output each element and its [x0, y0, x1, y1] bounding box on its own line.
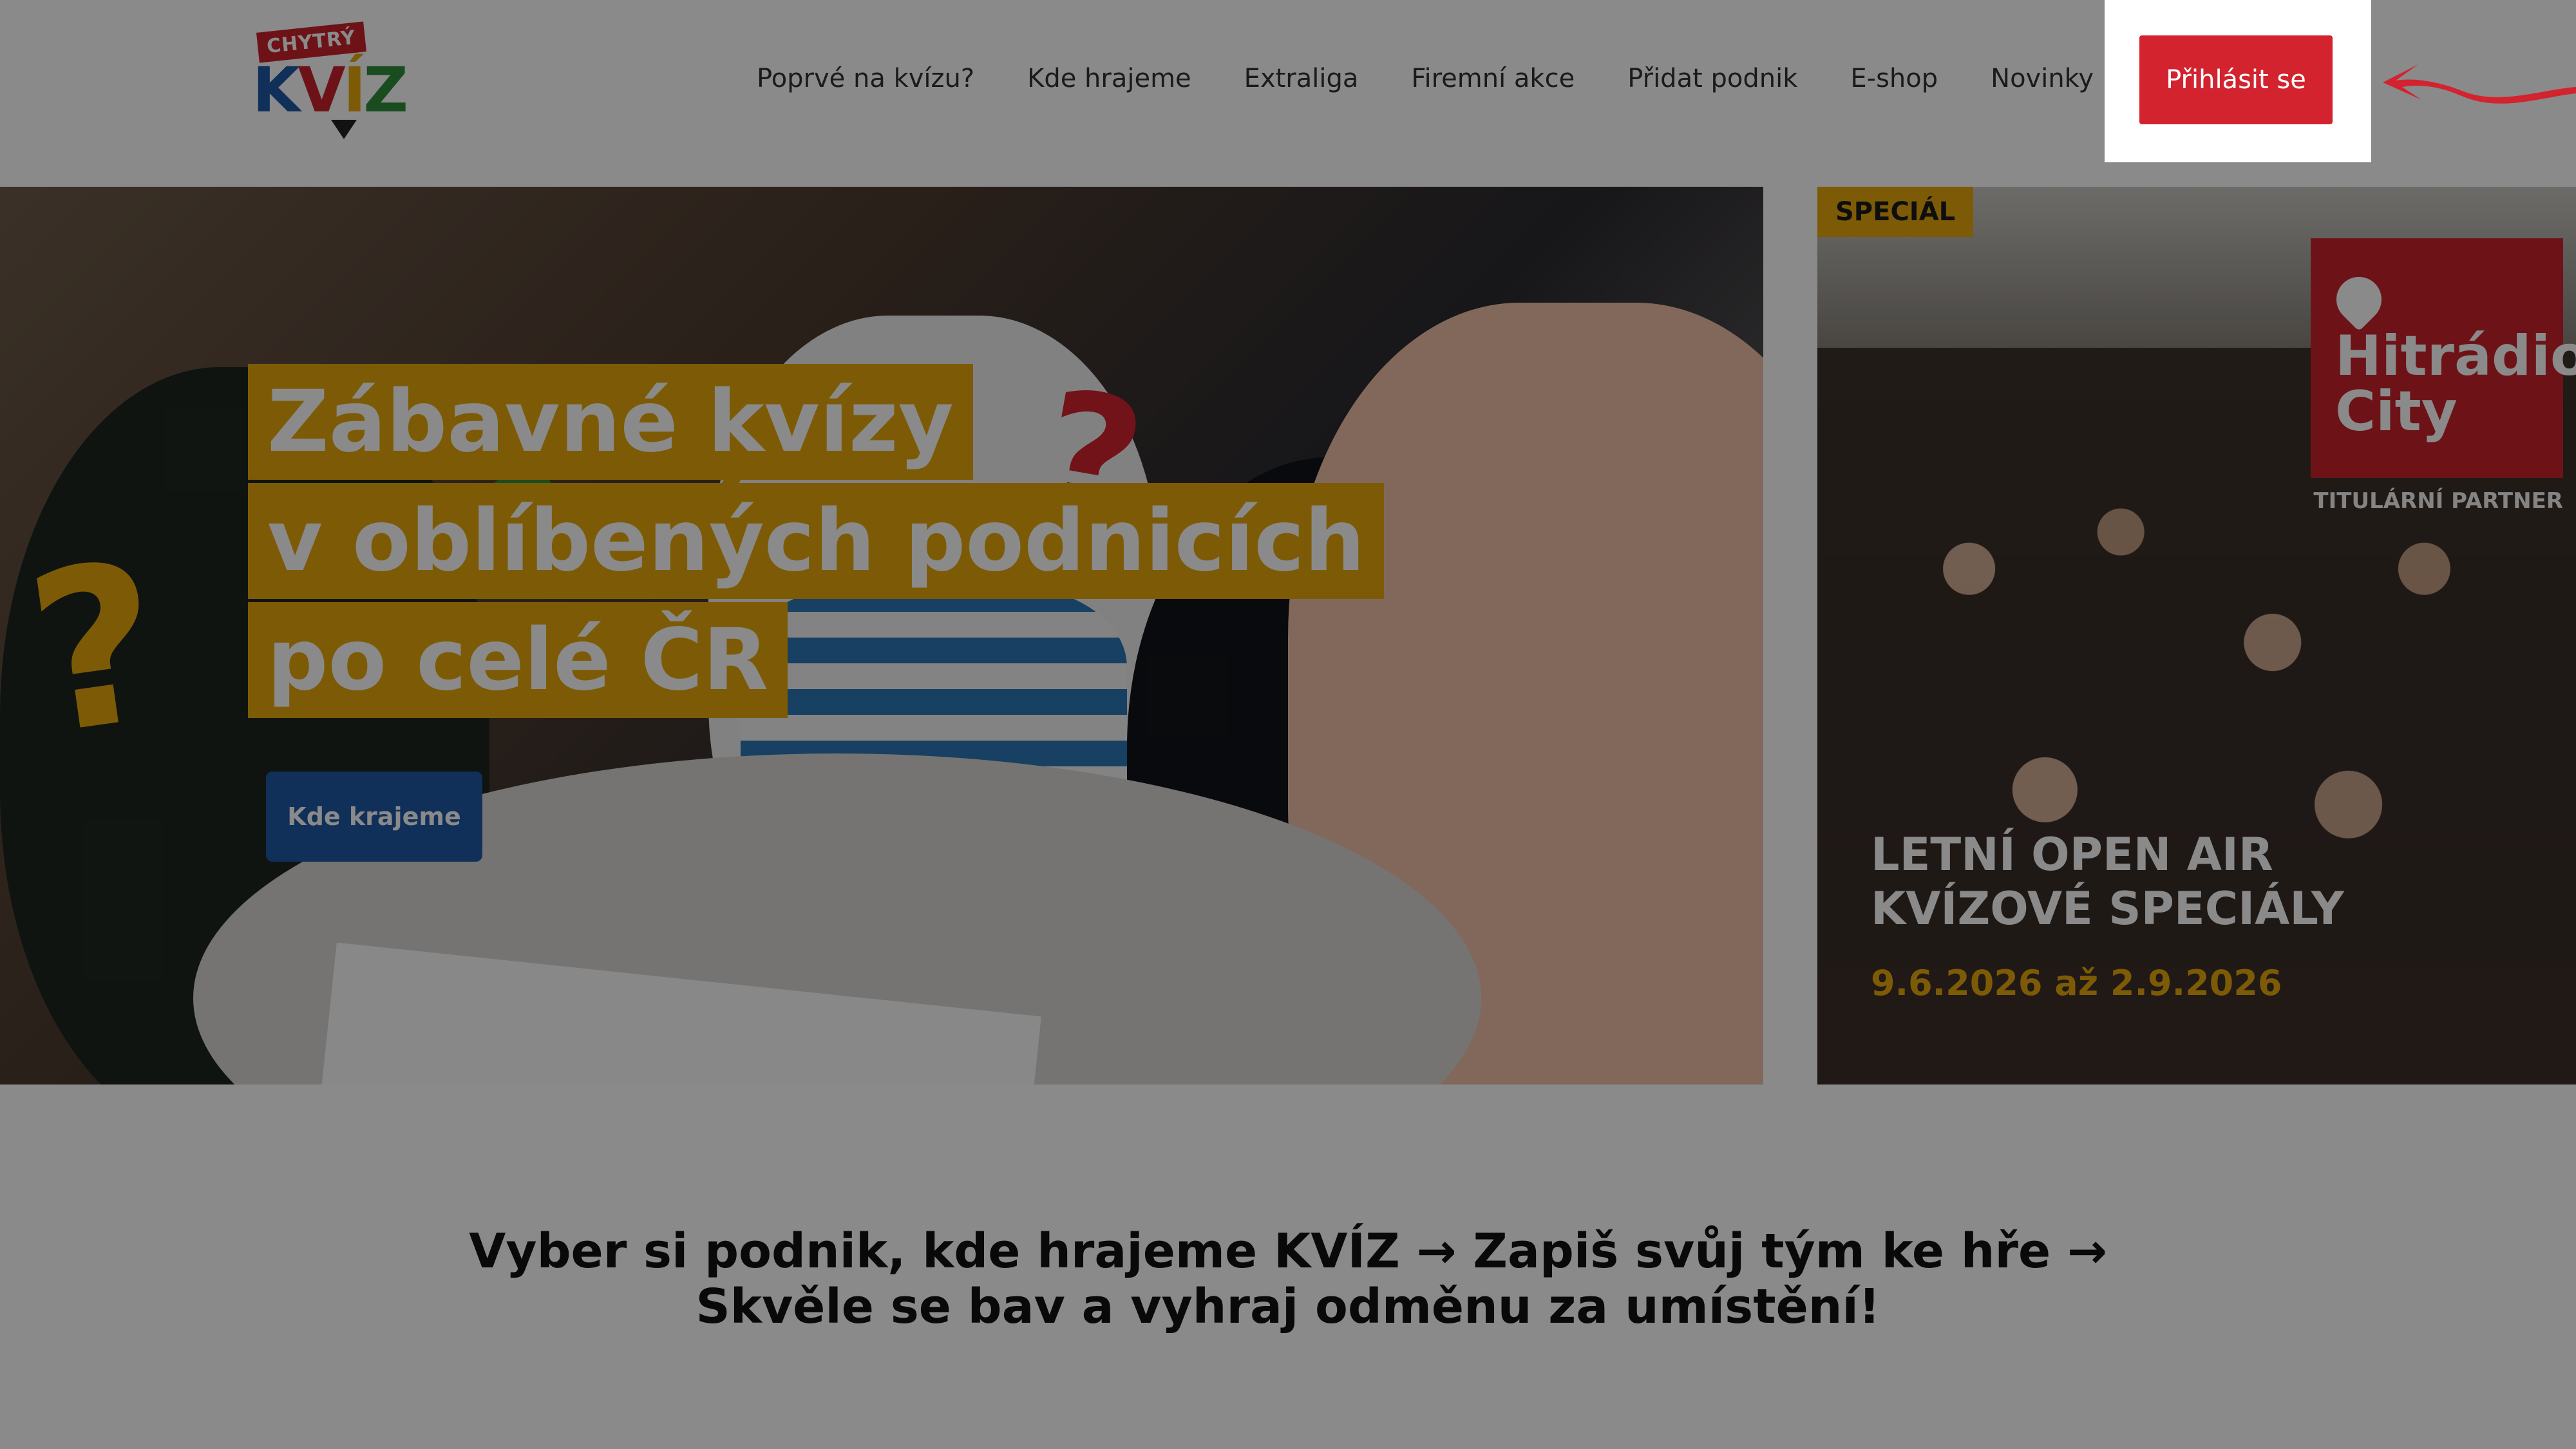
steps-tagline: Vyber si podnik, kde hrajeme KVÍZ → Zapi…	[0, 1224, 2576, 1334]
login-button[interactable]: Přihlásit se	[2139, 35, 2333, 124]
partner-label: TITULÁRNÍ PARTNER	[2313, 488, 2563, 514]
nav-item-extraliga[interactable]: Extraliga	[1244, 62, 1359, 95]
where-we-play-button[interactable]: Kde krajeme	[266, 772, 482, 862]
partner-name: Hitrádio City	[2335, 328, 2576, 439]
special-title: LETNÍ OPEN AIR KVÍZOVÉ SPECIÁLY	[1871, 828, 2450, 936]
nav-item-first-time[interactable]: Poprvé na kvízu?	[757, 62, 974, 95]
nav-item-news[interactable]: Novinky	[1991, 62, 2094, 95]
nav-item-corporate-events[interactable]: Firemní akce	[1411, 62, 1575, 95]
partner-name-line: City	[2335, 379, 2458, 444]
hero-headline-line: Zábavné kvízy	[248, 364, 973, 480]
heart-icon	[2327, 267, 2391, 332]
page: CHYTRÝ KVÍZ Poprvé na kvízu? Kde hrajeme…	[0, 0, 2576, 1449]
hero-headline-line: v oblíbených podnicích	[248, 483, 1385, 599]
special-badge: SPECIÁL	[1817, 187, 1974, 237]
main-nav: Poprvé na kvízu? Kde hrajeme Extraliga F…	[757, 62, 2094, 95]
nav-item-eshop[interactable]: E-shop	[1850, 62, 1938, 95]
logo-letter-v: V	[298, 54, 345, 126]
special-title-line: KVÍZOVÉ SPECIÁLY	[1871, 882, 2344, 935]
pointer-arrow-icon	[2383, 64, 2576, 104]
steps-tagline-line: Skvěle se bav a vyhraj odměnu za umístěn…	[696, 1279, 1880, 1334]
site-logo[interactable]: CHYTRÝ KVÍZ	[252, 21, 413, 139]
logo-letter-k: K	[252, 54, 300, 126]
nav-item-where-we-play[interactable]: Kde hrajeme	[1027, 62, 1191, 95]
hero-headline-line: po celé ČR	[248, 602, 788, 718]
special-title-line: LETNÍ OPEN AIR	[1871, 828, 2273, 881]
hero-headline: Zábavné kvízy v oblíbených podnicích po …	[248, 364, 1385, 721]
spotlight-highlight: Přihlásit se	[2105, 0, 2371, 162]
logo-letter-i: Í	[343, 54, 366, 126]
logo-main-text: KVÍZ	[252, 54, 408, 126]
nav-item-add-venue[interactable]: Přidat podnik	[1627, 62, 1797, 95]
special-date: 9.6.2026 až 2.9.2026	[1871, 963, 2282, 1003]
partner-logo: Hitrádio City	[2311, 238, 2576, 478]
steps-tagline-line: Vyber si podnik, kde hrajeme KVÍZ → Zapi…	[469, 1224, 2107, 1279]
logo-letter-z: Z	[363, 54, 408, 126]
logo-speech-bubble-tail	[331, 120, 357, 139]
partner-name-line: Hitrádio	[2335, 324, 2576, 388]
